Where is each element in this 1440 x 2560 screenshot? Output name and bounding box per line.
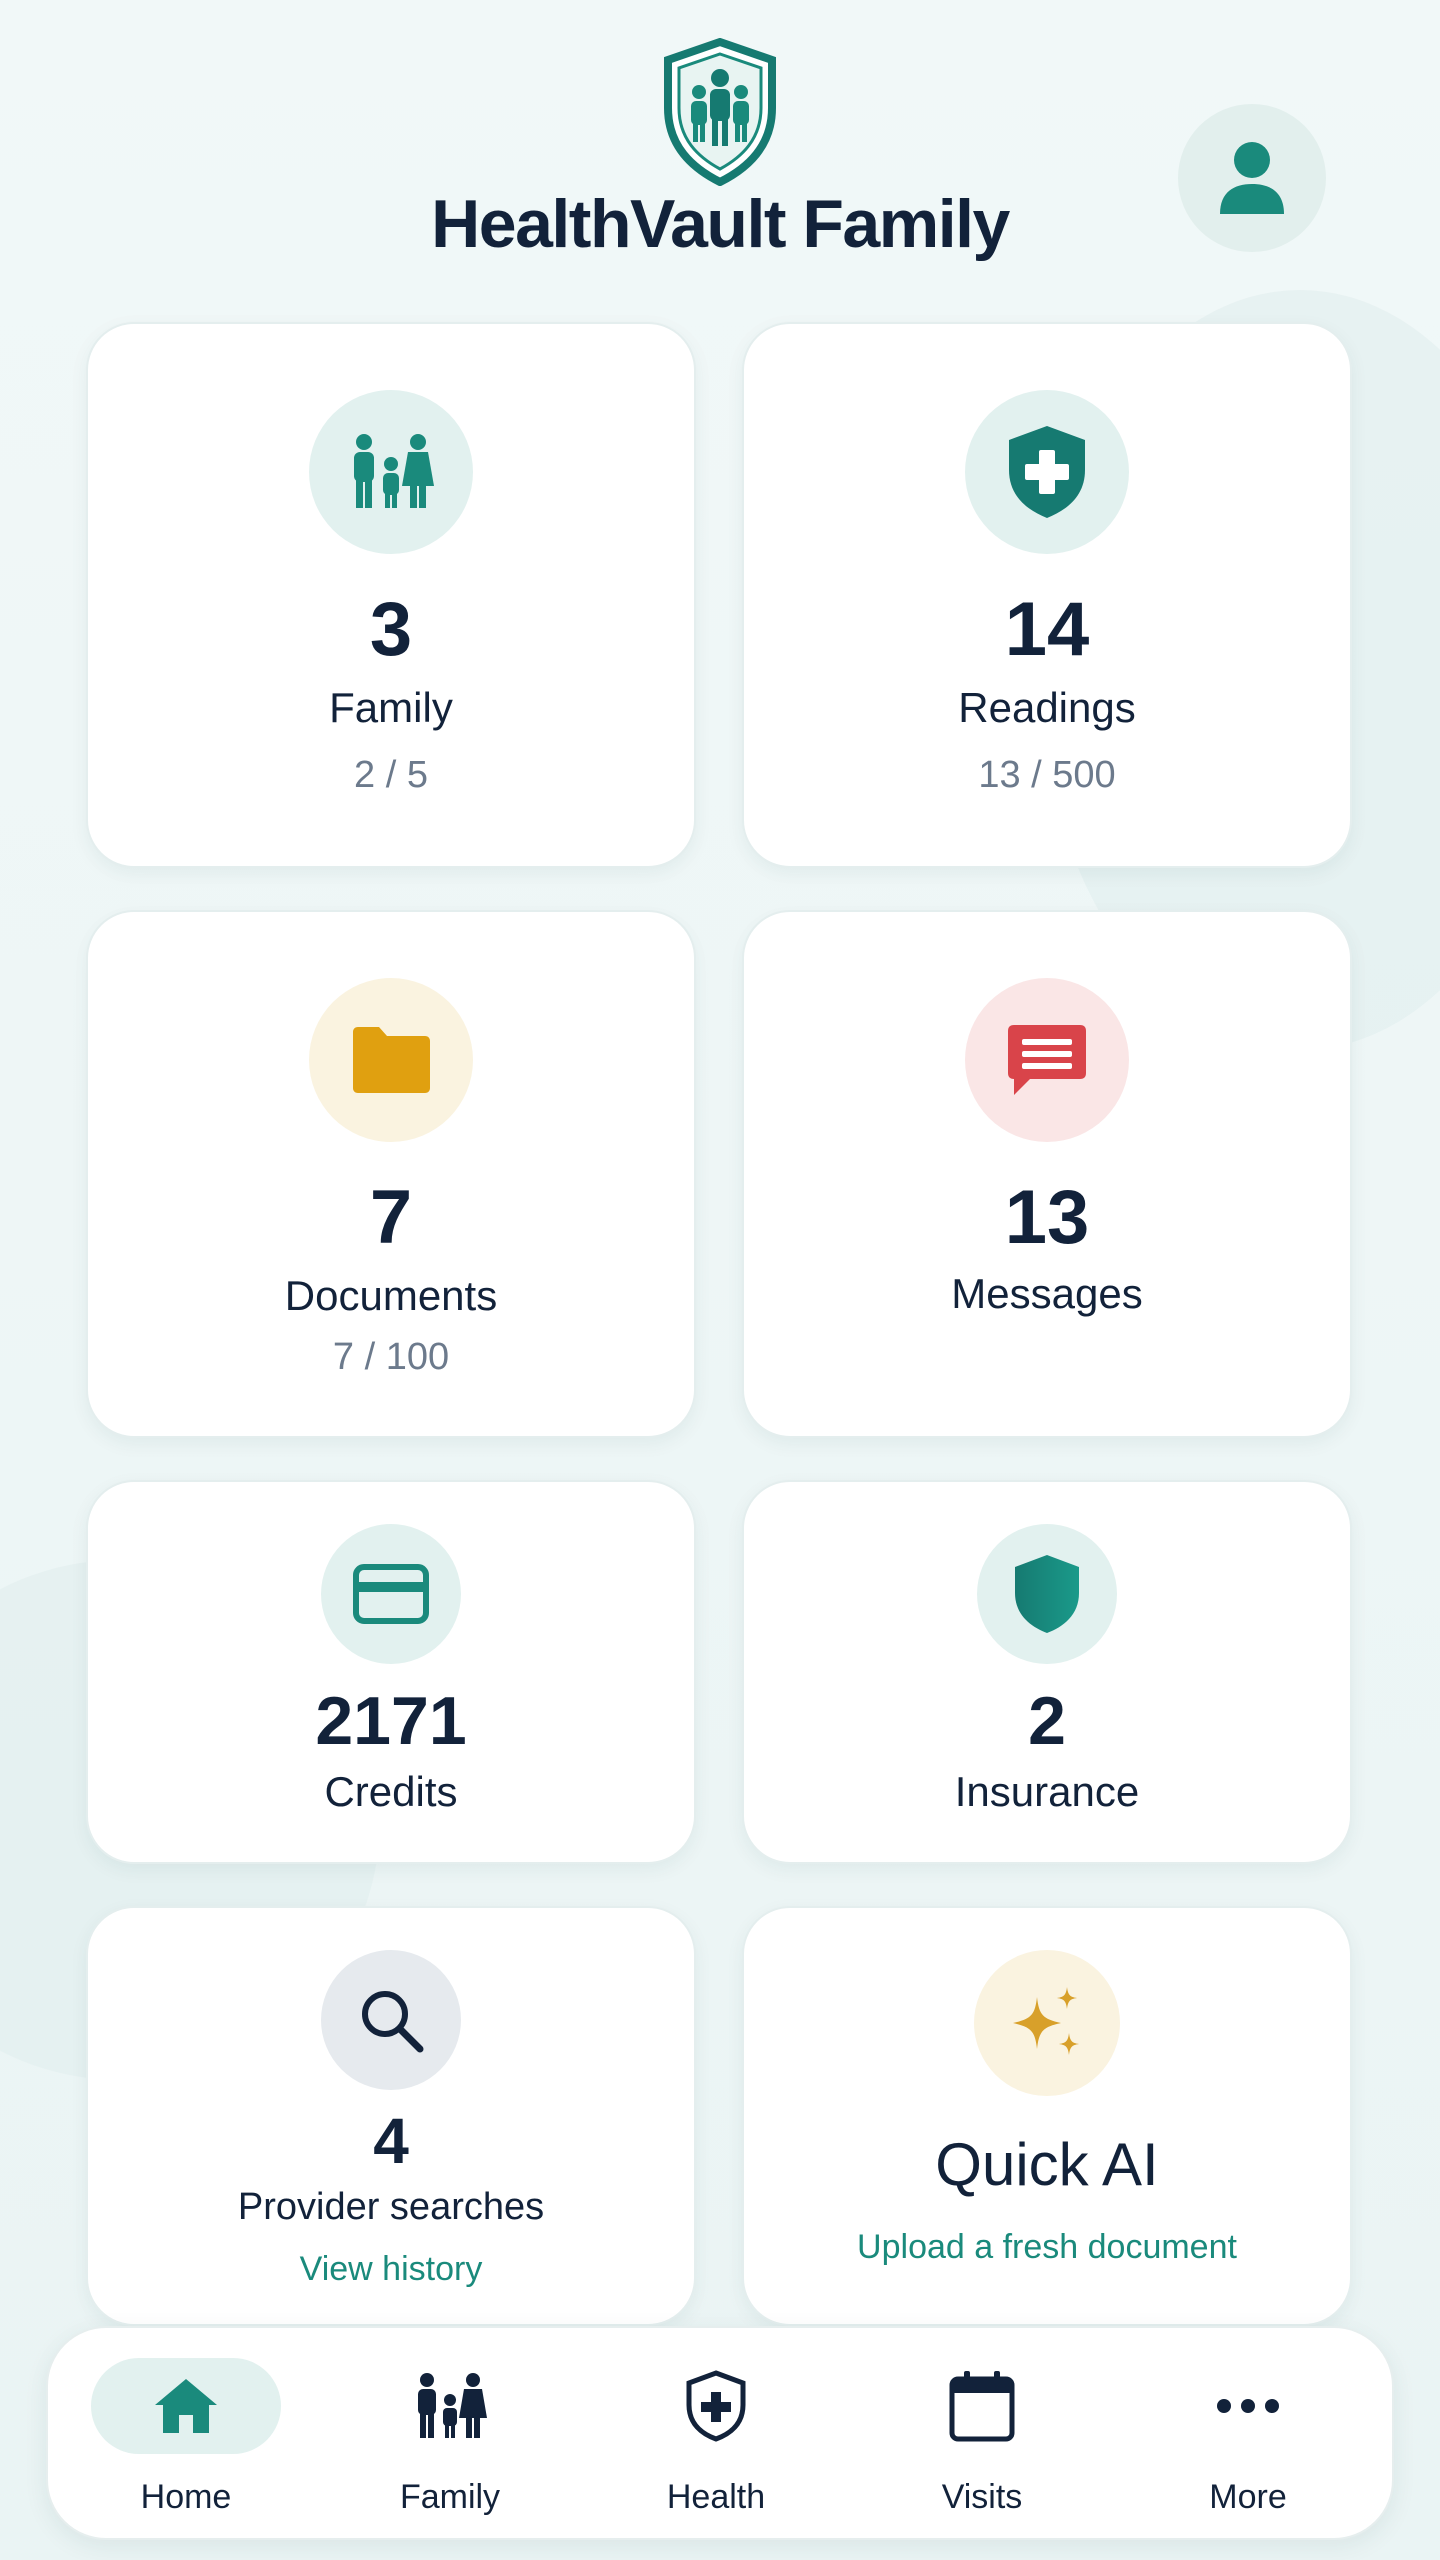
quick-ai-card[interactable]: Quick AI Upload a fresh document bbox=[742, 1906, 1352, 2326]
credits-count: 2171 bbox=[315, 1683, 467, 1759]
shield-plus-icon bbox=[1009, 426, 1085, 518]
nav-label-family: Family bbox=[399, 2478, 501, 2516]
chat-icon bbox=[1008, 1025, 1086, 1095]
documents-card[interactable]: 7 Documents 7 / 100 bbox=[86, 910, 696, 1438]
nav-label-visits: Visits bbox=[941, 2478, 1023, 2516]
documents-icon-badge bbox=[309, 978, 473, 1142]
search-icon bbox=[362, 1991, 424, 2053]
sparkles-icon bbox=[1013, 1987, 1079, 2055]
provider-searches-icon-badge bbox=[321, 1950, 461, 2090]
documents-count: 7 bbox=[369, 1175, 413, 1260]
credits-icon-badge bbox=[321, 1524, 461, 1664]
insurance-icon-badge bbox=[977, 1524, 1117, 1664]
nav-item-health[interactable]: Health bbox=[596, 2328, 836, 2542]
bottom-nav: Home Family Health Visits More bbox=[46, 2326, 1394, 2540]
nav-item-home[interactable]: Home bbox=[66, 2328, 306, 2542]
family-label: Family bbox=[329, 684, 453, 731]
messages-card[interactable]: 13 Messages bbox=[742, 910, 1352, 1438]
readings-usage: 13 / 500 bbox=[978, 754, 1116, 796]
readings-count: 14 bbox=[1004, 587, 1090, 672]
credits-card[interactable]: 2171 Credits bbox=[86, 1480, 696, 1864]
nav-item-visits[interactable]: Visits bbox=[862, 2328, 1102, 2542]
messages-icon-badge bbox=[965, 978, 1129, 1142]
provider-searches-count: 4 bbox=[373, 2105, 409, 2177]
family-icon bbox=[418, 2373, 487, 2438]
upload-document-link[interactable]: Upload a fresh document bbox=[744, 2228, 1350, 2267]
insurance-count: 2 bbox=[1028, 1683, 1066, 1759]
messages-count: 13 bbox=[1004, 1175, 1090, 1260]
nav-label-health: Health bbox=[666, 2478, 766, 2516]
app-screen: HealthVault Family 3 Family 2 / 5 14 Rea… bbox=[0, 0, 1440, 2560]
readings-card[interactable]: 14 Readings 13 / 500 bbox=[742, 322, 1352, 868]
nav-health-icon-wrap bbox=[621, 2358, 811, 2454]
family-icon-badge bbox=[309, 390, 473, 554]
family-count: 3 bbox=[369, 587, 413, 672]
readings-label: Readings bbox=[958, 684, 1136, 731]
provider-searches-card[interactable]: 4 Provider searches View history bbox=[86, 1906, 696, 2326]
nav-more-icon-wrap bbox=[1153, 2358, 1343, 2454]
insurance-label: Insurance bbox=[954, 1768, 1140, 1815]
profile-button[interactable] bbox=[1178, 104, 1326, 252]
home-icon bbox=[155, 2379, 217, 2433]
nav-family-icon-wrap bbox=[355, 2358, 545, 2454]
credits-label: Credits bbox=[324, 1768, 458, 1815]
family-icon bbox=[354, 434, 434, 508]
header: HealthVault Family bbox=[0, 0, 1440, 290]
family-usage: 2 / 5 bbox=[354, 754, 428, 796]
nav-item-more[interactable]: More bbox=[1128, 2328, 1368, 2542]
quick-ai-icon-badge bbox=[974, 1950, 1120, 2096]
more-dots-icon bbox=[1217, 2399, 1279, 2413]
credit-card-icon bbox=[353, 1564, 429, 1624]
folder-icon bbox=[353, 1027, 430, 1093]
shield-plus-icon bbox=[686, 2370, 746, 2442]
calendar-icon bbox=[949, 2371, 1015, 2442]
documents-usage: 7 / 100 bbox=[332, 1336, 450, 1378]
nav-item-family[interactable]: Family bbox=[330, 2328, 570, 2542]
documents-label: Documents bbox=[284, 1272, 498, 1319]
user-icon bbox=[1220, 142, 1284, 214]
nav-label-home: Home bbox=[140, 2478, 232, 2516]
shield-family-logo-icon bbox=[664, 38, 776, 186]
readings-icon-badge bbox=[965, 390, 1129, 554]
insurance-card[interactable]: 2 Insurance bbox=[742, 1480, 1352, 1864]
quick-ai-title: Quick AI bbox=[935, 2131, 1159, 2198]
provider-searches-label: Provider searches bbox=[237, 2186, 545, 2228]
shield-icon bbox=[1015, 1555, 1079, 1633]
family-card[interactable]: 3 Family 2 / 5 bbox=[86, 322, 696, 868]
messages-label: Messages bbox=[951, 1270, 1143, 1317]
nav-label-more: More bbox=[1209, 2478, 1287, 2516]
view-history-link[interactable]: View history bbox=[88, 2250, 694, 2289]
nav-visits-icon-wrap bbox=[887, 2358, 1077, 2454]
nav-home-icon-wrap bbox=[91, 2358, 281, 2454]
